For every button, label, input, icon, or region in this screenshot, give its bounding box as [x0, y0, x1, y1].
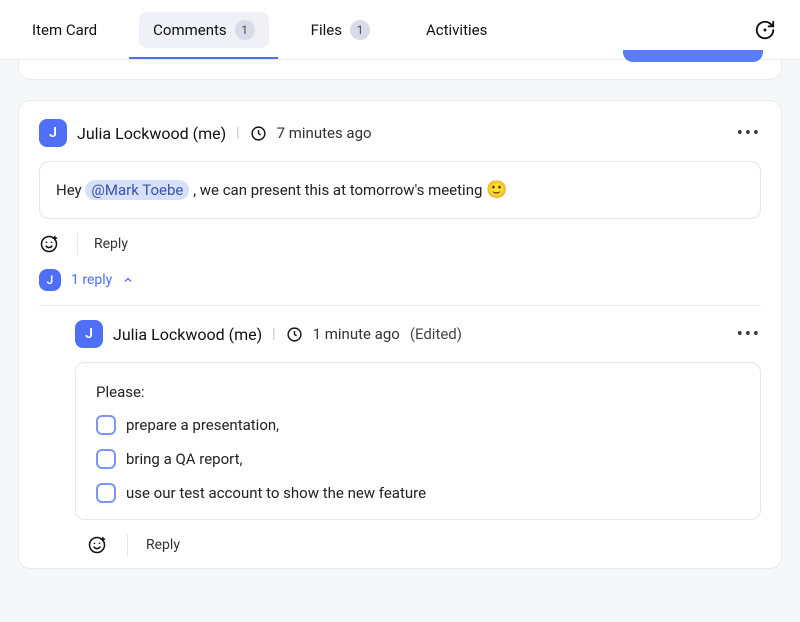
- active-tab-underline: [129, 57, 278, 59]
- tab-item-card[interactable]: Item Card: [18, 13, 111, 47]
- clock-icon: [286, 326, 303, 343]
- task-label: bring a QA report,: [126, 450, 242, 468]
- edited-label: (Edited): [410, 325, 462, 343]
- reply-author: Julia Lockwood (me): [113, 325, 262, 344]
- replies-toggle[interactable]: J 1 reply: [39, 269, 761, 291]
- tab-label: Comments: [153, 21, 227, 39]
- comment-text-prefix: Hey: [56, 181, 85, 199]
- comment-header: J Julia Lockwood (me) | 7 minutes ago ••…: [39, 119, 761, 147]
- smile-emoji: 🙂: [486, 180, 507, 200]
- divider: [39, 305, 761, 306]
- add-reaction-button[interactable]: [87, 534, 109, 556]
- chevron-up-icon: [122, 274, 134, 286]
- clock-icon: [250, 125, 267, 142]
- add-reaction-button[interactable]: [39, 233, 61, 255]
- divider: [127, 534, 128, 556]
- task-row[interactable]: prepare a presentation,: [96, 415, 740, 435]
- tab-comments[interactable]: Comments 1: [139, 12, 269, 48]
- tab-files[interactable]: Files 1: [297, 12, 384, 48]
- separator: |: [272, 326, 275, 342]
- reply-button[interactable]: Reply: [146, 537, 180, 553]
- checkbox[interactable]: [96, 449, 116, 469]
- comments-card: J Julia Lockwood (me) | 7 minutes ago ••…: [18, 100, 782, 569]
- reply-body: Please: prepare a presentation, bring a …: [75, 362, 761, 520]
- avatar: J: [39, 269, 61, 291]
- tab-label: Item Card: [32, 21, 97, 39]
- comment-author: Julia Lockwood (me): [77, 124, 226, 143]
- comment-more-menu[interactable]: •••: [737, 123, 761, 144]
- tab-label: Files: [311, 21, 342, 39]
- comment: J Julia Lockwood (me) | 7 minutes ago ••…: [39, 119, 761, 556]
- sync-button[interactable]: [748, 13, 782, 47]
- reply-header: J Julia Lockwood (me) | 1 minute ago (Ed…: [75, 320, 761, 348]
- avatar: J: [39, 119, 67, 147]
- files-count-badge: 1: [350, 20, 370, 40]
- reply-time: 1 minute ago: [313, 325, 400, 343]
- comment-text-suffix: , we can present this at tomorrow's meet…: [193, 181, 486, 199]
- tab-activities[interactable]: Activities: [412, 13, 501, 47]
- refresh-dot-icon: [754, 19, 776, 41]
- comment-time: 7 minutes ago: [277, 124, 372, 142]
- avatar: J: [75, 320, 103, 348]
- checkbox[interactable]: [96, 415, 116, 435]
- mention-chip[interactable]: @Mark Toebe: [85, 180, 189, 200]
- reply-comment: J Julia Lockwood (me) | 1 minute ago (Ed…: [75, 320, 761, 556]
- divider: [77, 233, 78, 255]
- task-row[interactable]: bring a QA report,: [96, 449, 740, 469]
- comment-body: Hey @Mark Toebe , we can present this at…: [39, 161, 761, 219]
- replies-count-label: 1 reply: [71, 272, 112, 288]
- task-label: prepare a presentation,: [126, 416, 279, 434]
- previous-card-cta-clip: [623, 50, 763, 62]
- task-label: use our test account to show the new fea…: [126, 484, 426, 502]
- comment-actions: Reply: [39, 233, 761, 255]
- smile-plus-icon: [87, 535, 107, 555]
- reply-actions: Reply: [87, 534, 761, 556]
- comments-count-badge: 1: [235, 20, 255, 40]
- tab-label: Activities: [426, 21, 487, 39]
- reply-intro: Please:: [96, 383, 740, 401]
- task-row[interactable]: use our test account to show the new fea…: [96, 483, 740, 503]
- separator: |: [236, 125, 239, 141]
- smile-plus-icon: [39, 234, 59, 254]
- checkbox[interactable]: [96, 483, 116, 503]
- reply-button[interactable]: Reply: [94, 236, 128, 252]
- previous-card-clip: [18, 60, 782, 80]
- reply-more-menu[interactable]: •••: [737, 324, 761, 345]
